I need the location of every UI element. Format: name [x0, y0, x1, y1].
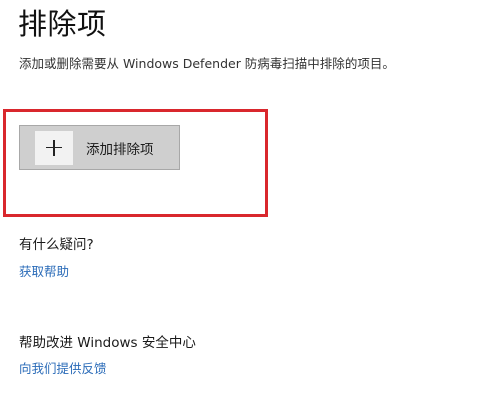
- questions-heading: 有什么疑问?: [19, 237, 94, 253]
- get-help-link[interactable]: 获取帮助: [19, 263, 69, 281]
- add-exclusion-button[interactable]: 添加排除项: [19, 125, 180, 170]
- plus-icon: [46, 139, 62, 156]
- improve-security-center-heading: 帮助改进 Windows 安全中心: [19, 335, 196, 351]
- page-description: 添加或删除需要从 Windows Defender 防病毒扫描中排除的项目。: [19, 56, 395, 71]
- plus-tile: [35, 130, 73, 165]
- exclusions-page: 排除项 添加或删除需要从 Windows Defender 防病毒扫描中排除的项…: [0, 0, 477, 419]
- give-feedback-link[interactable]: 向我们提供反馈: [19, 360, 107, 378]
- page-title: 排除项: [18, 7, 107, 41]
- add-exclusion-label: 添加排除项: [86, 141, 154, 158]
